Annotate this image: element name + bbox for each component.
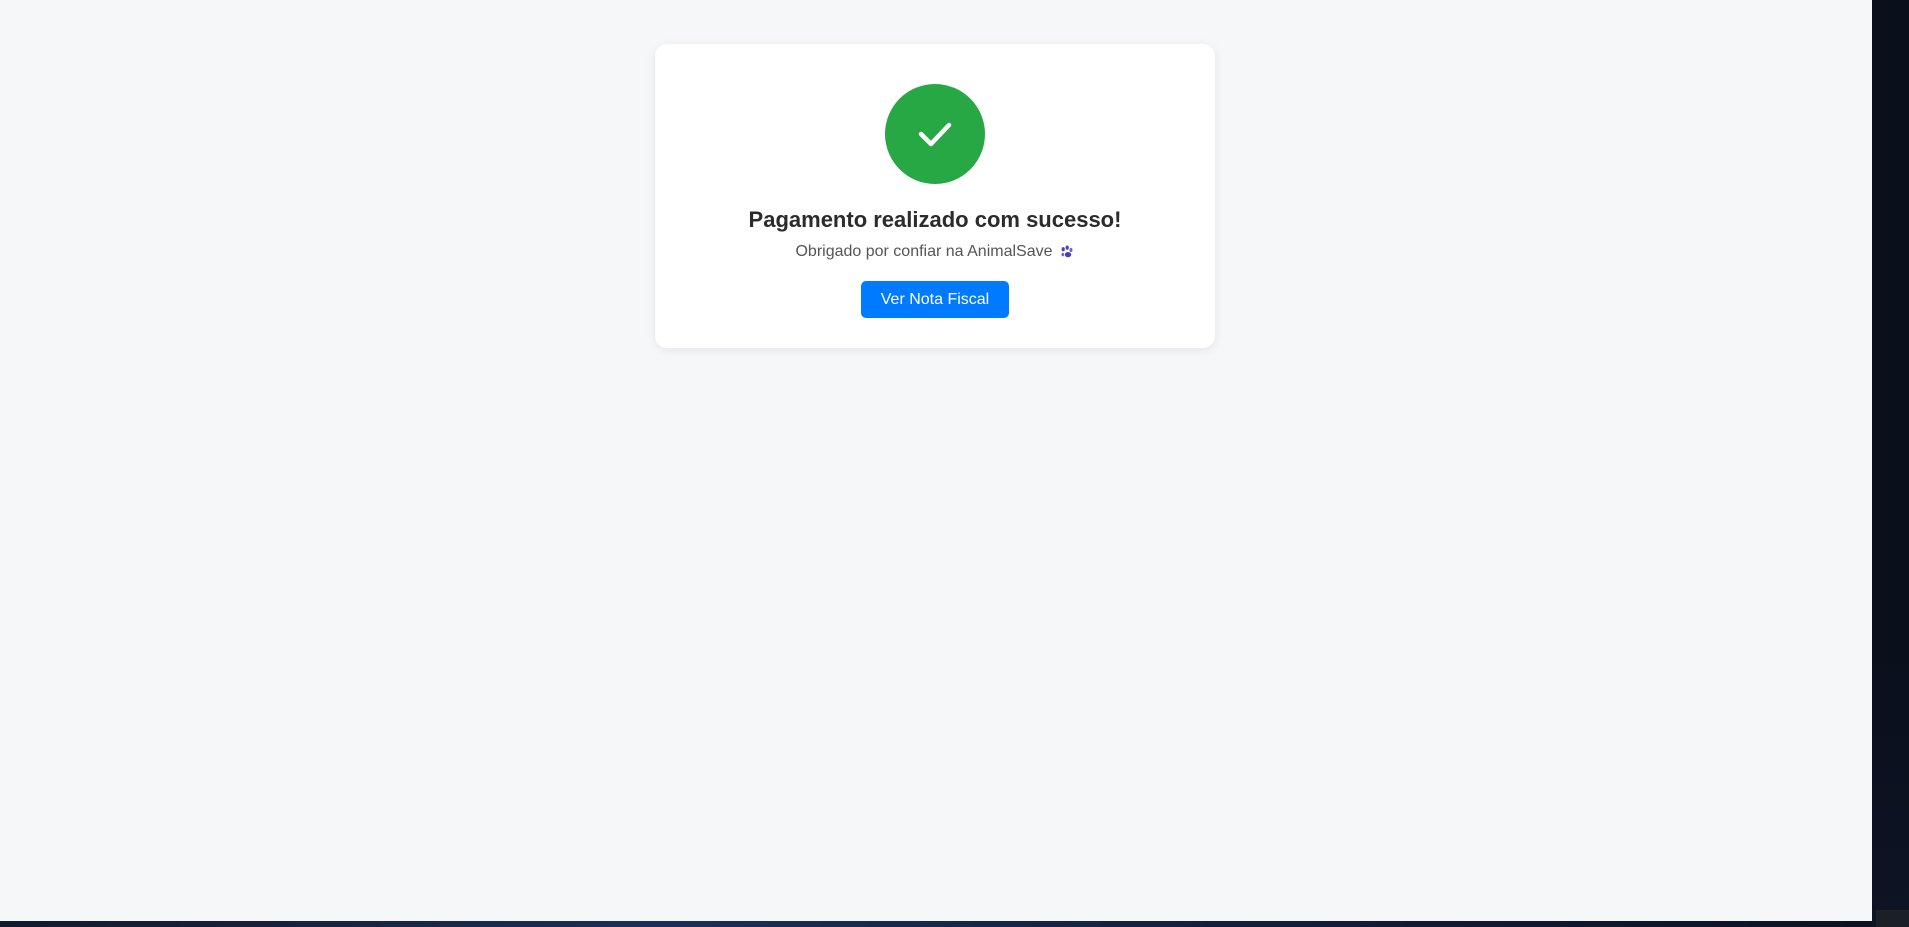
check-icon (918, 122, 952, 147)
page-viewport: Pagamento realizado com sucesso! Obrigad… (0, 0, 1872, 921)
view-invoice-button[interactable]: Ver Nota Fiscal (861, 281, 1009, 318)
success-message-text: Obrigado por confiar na AnimalSave (795, 243, 1053, 260)
success-message: Obrigado por confiar na AnimalSave (655, 240, 1215, 264)
payment-success-card: Pagamento realizado com sucesso! Obrigad… (655, 44, 1215, 348)
scrollbar-corner (1876, 910, 1909, 927)
success-badge (885, 84, 985, 184)
success-title: Pagamento realizado com sucesso! (748, 207, 1122, 232)
window-edge-background (1872, 0, 1909, 927)
desktop-strip (0, 921, 1872, 927)
paw-icon (1061, 245, 1073, 257)
